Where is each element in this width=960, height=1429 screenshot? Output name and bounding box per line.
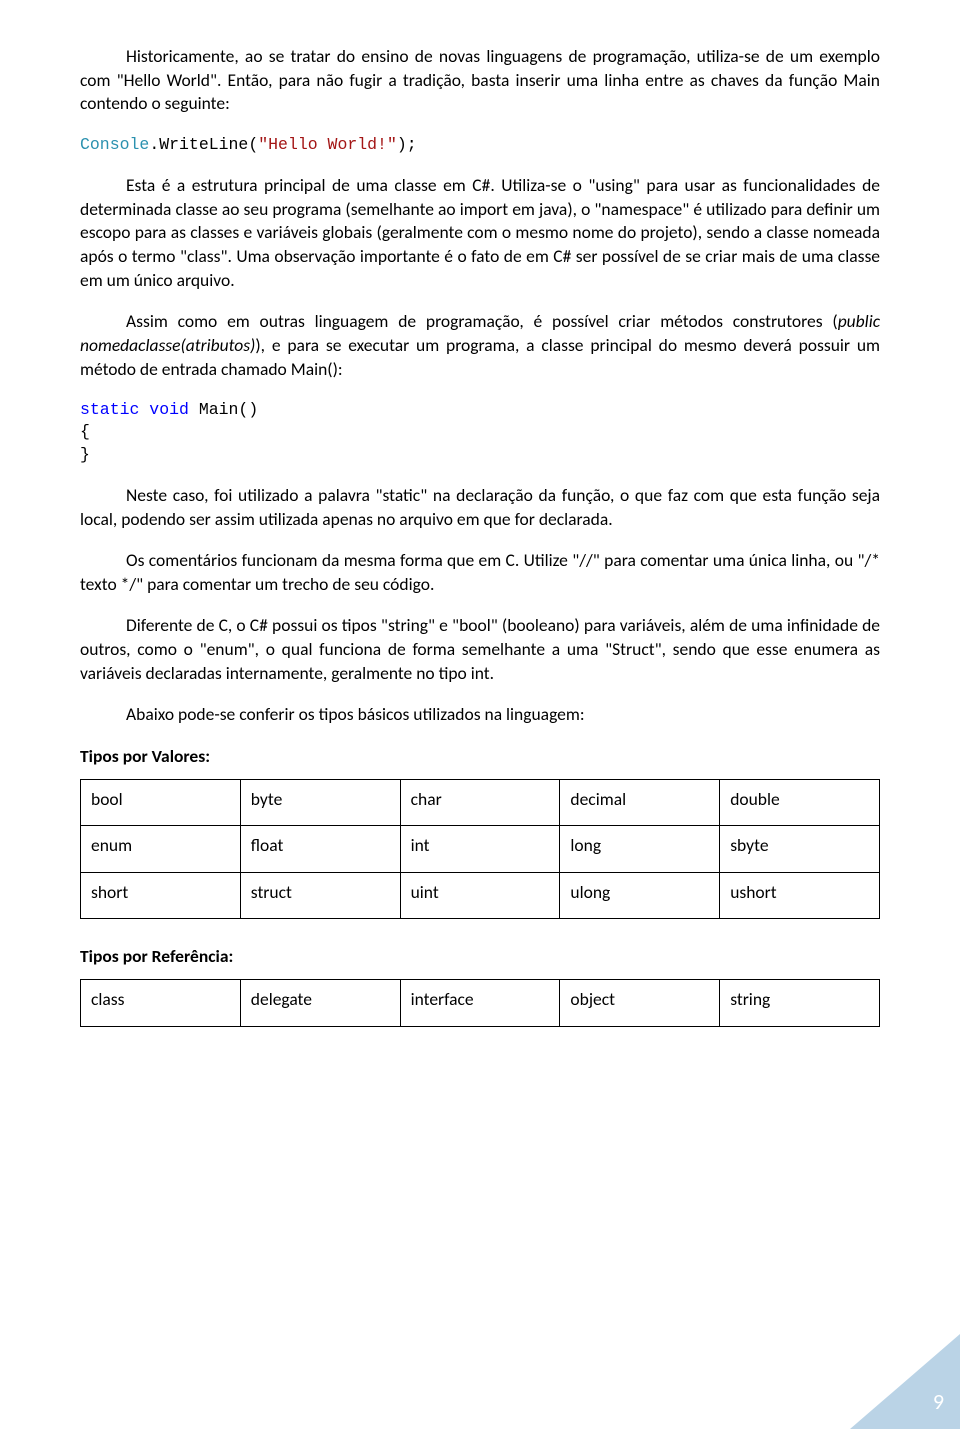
table-cell: bool	[81, 779, 241, 826]
table-cell: ushort	[720, 872, 880, 919]
paragraph-intro: Historicamente, ao se tratar do ensino d…	[80, 45, 880, 116]
text: Abaixo pode-se conferir os tipos básicos…	[126, 703, 585, 725]
code-brace: {	[80, 422, 90, 441]
table-cell: byte	[240, 779, 400, 826]
paragraph-table-intro: Abaixo pode-se conferir os tipos básicos…	[80, 703, 880, 727]
table-cell: interface	[400, 980, 560, 1027]
text: Historicamente, ao se tratar do ensino d…	[80, 45, 880, 114]
table-reference-types: class delegate interface object string	[80, 979, 880, 1027]
code-token: Console	[80, 135, 149, 154]
code-token: );	[397, 135, 417, 154]
text: Esta é a estrutura principal de uma clas…	[80, 174, 880, 291]
code-token: "Hello World!"	[258, 135, 397, 154]
table-cell: string	[720, 980, 880, 1027]
table-cell: short	[81, 872, 241, 919]
text: Neste caso, foi utilizado a palavra "sta…	[80, 484, 880, 530]
table-cell: sbyte	[720, 826, 880, 873]
table-cell: double	[720, 779, 880, 826]
table-cell: delegate	[240, 980, 400, 1027]
table-cell: decimal	[560, 779, 720, 826]
paragraph-comments: Os comentários funcionam da mesma forma …	[80, 549, 880, 596]
page-number: 9	[933, 1387, 944, 1417]
label-reference-types: Tipos por Referência:	[80, 945, 880, 969]
table-cell: int	[400, 826, 560, 873]
code-brace: }	[80, 445, 90, 464]
code-keyword: static void	[80, 400, 189, 419]
table-cell: ulong	[560, 872, 720, 919]
text: Os comentários funcionam da mesma forma …	[80, 549, 880, 595]
code-hello-world: Console.WriteLine("Hello World!");	[80, 134, 880, 156]
table-value-types: bool byte char decimal double enum float…	[80, 779, 880, 920]
table-cell: struct	[240, 872, 400, 919]
code-main-method: static void Main() { }	[80, 399, 880, 466]
table-row: class delegate interface object string	[81, 980, 880, 1027]
paragraph-types: Diferente de C, o C# possui os tipos "st…	[80, 614, 880, 685]
table-cell: long	[560, 826, 720, 873]
paragraph-constructors: Assim como em outras linguagem de progra…	[80, 310, 880, 381]
paragraph-static: Neste caso, foi utilizado a palavra "sta…	[80, 484, 880, 531]
table-cell: enum	[81, 826, 241, 873]
table-cell: class	[81, 980, 241, 1027]
label-value-types: Tipos por Valores:	[80, 745, 880, 769]
table-row: enum float int long sbyte	[81, 826, 880, 873]
code-token: Main()	[189, 400, 258, 419]
table-cell: uint	[400, 872, 560, 919]
table-cell: float	[240, 826, 400, 873]
text: Assim como em outras linguagem de progra…	[126, 310, 838, 332]
text: Diferente de C, o C# possui os tipos "st…	[80, 614, 880, 683]
code-token: .WriteLine(	[149, 135, 258, 154]
table-cell: char	[400, 779, 560, 826]
table-cell: object	[560, 980, 720, 1027]
paragraph-structure: Esta é a estrutura principal de uma clas…	[80, 174, 880, 292]
table-row: bool byte char decimal double	[81, 779, 880, 826]
table-row: short struct uint ulong ushort	[81, 872, 880, 919]
